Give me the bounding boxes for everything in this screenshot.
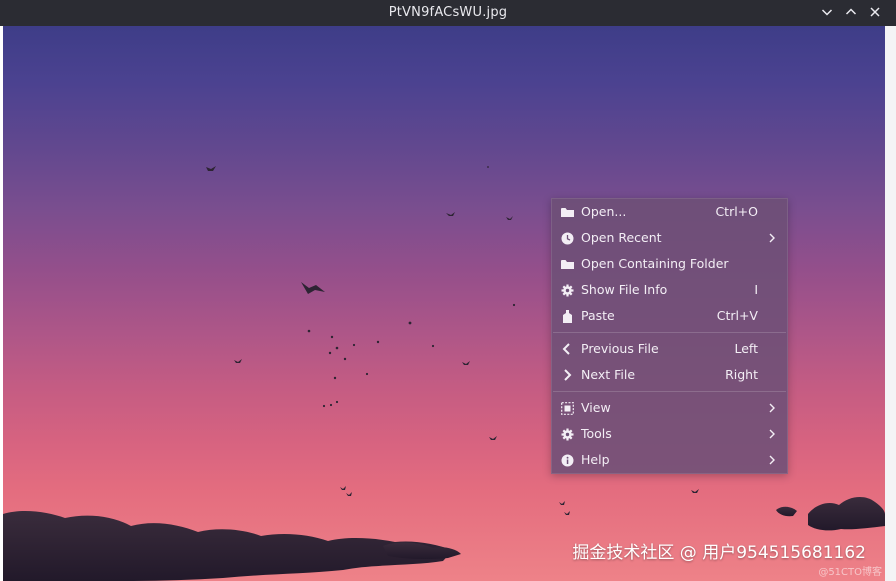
chevron-left-icon — [560, 342, 574, 356]
menu-separator — [553, 332, 786, 333]
close-icon — [870, 7, 880, 17]
menu-item-label: Previous File — [581, 341, 659, 356]
view-icon — [560, 401, 574, 415]
chevron-down-icon — [821, 9, 833, 16]
chevron-right-icon — [769, 429, 775, 439]
maximize-button[interactable] — [842, 3, 860, 21]
folder-icon — [560, 205, 574, 219]
chevron-right-icon — [769, 403, 775, 413]
menu-item-shortcut: I — [754, 282, 758, 297]
window-controls — [818, 3, 884, 21]
menu-item-label: Open Containing Folder — [581, 256, 729, 271]
info-icon — [560, 453, 574, 467]
menu-item-label: Tools — [581, 426, 612, 441]
menu-item-previous-file[interactable]: Previous File Left — [552, 336, 787, 362]
window-title: PtVN9fACsWU.jpg — [388, 5, 508, 20]
gear-icon — [560, 283, 574, 297]
menu-item-view[interactable]: View — [552, 395, 787, 421]
watermark: 掘金技术社区 @ 用户954515681162 — [572, 543, 866, 563]
window-edge — [885, 26, 896, 581]
menu-item-label: Paste — [581, 308, 615, 323]
menu-item-shortcut: Ctrl+O — [715, 204, 758, 219]
menu-item-show-file-info[interactable]: Show File Info I — [552, 277, 787, 303]
chevron-right-icon — [769, 455, 775, 465]
menu-item-label: View — [581, 400, 611, 415]
menu-item-label: Show File Info — [581, 282, 668, 297]
menu-item-label: Open... — [581, 204, 627, 219]
menu-item-shortcut: Ctrl+V — [716, 308, 758, 323]
clock-icon — [560, 231, 574, 245]
image-viewer-window: PtVN9fACsWU.jpg Open... Ctrl+O Open Rece… — [0, 0, 896, 581]
gear-icon — [560, 427, 574, 441]
menu-item-label: Help — [581, 452, 610, 467]
menu-item-label: Next File — [581, 367, 636, 382]
menu-item-help[interactable]: Help — [552, 447, 787, 473]
menu-item-tools[interactable]: Tools — [552, 421, 787, 447]
menu-item-shortcut: Right — [725, 367, 758, 382]
menu-item-paste[interactable]: Paste Ctrl+V — [552, 303, 787, 329]
title-bar[interactable]: PtVN9fACsWU.jpg — [0, 0, 896, 26]
menu-item-shortcut: Left — [734, 341, 758, 356]
menu-item-label: Open Recent — [581, 230, 662, 245]
paste-icon — [560, 309, 574, 323]
menu-item-open-containing-folder[interactable]: Open Containing Folder — [552, 251, 787, 277]
menu-item-next-file[interactable]: Next File Right — [552, 362, 787, 388]
chevron-right-icon — [560, 368, 574, 382]
menu-separator — [553, 391, 786, 392]
chevron-right-icon — [769, 233, 775, 243]
image-canvas[interactable]: Open... Ctrl+O Open Recent Open Containi… — [3, 26, 885, 581]
close-button[interactable] — [866, 3, 884, 21]
watermark-small: @51CTO博客 — [818, 567, 882, 578]
folder-icon — [560, 257, 574, 271]
chevron-up-icon — [845, 8, 857, 15]
minimize-button[interactable] — [818, 3, 836, 21]
context-menu: Open... Ctrl+O Open Recent Open Containi… — [551, 198, 788, 474]
menu-item-open[interactable]: Open... Ctrl+O — [552, 199, 787, 225]
menu-item-open-recent[interactable]: Open Recent — [552, 225, 787, 251]
